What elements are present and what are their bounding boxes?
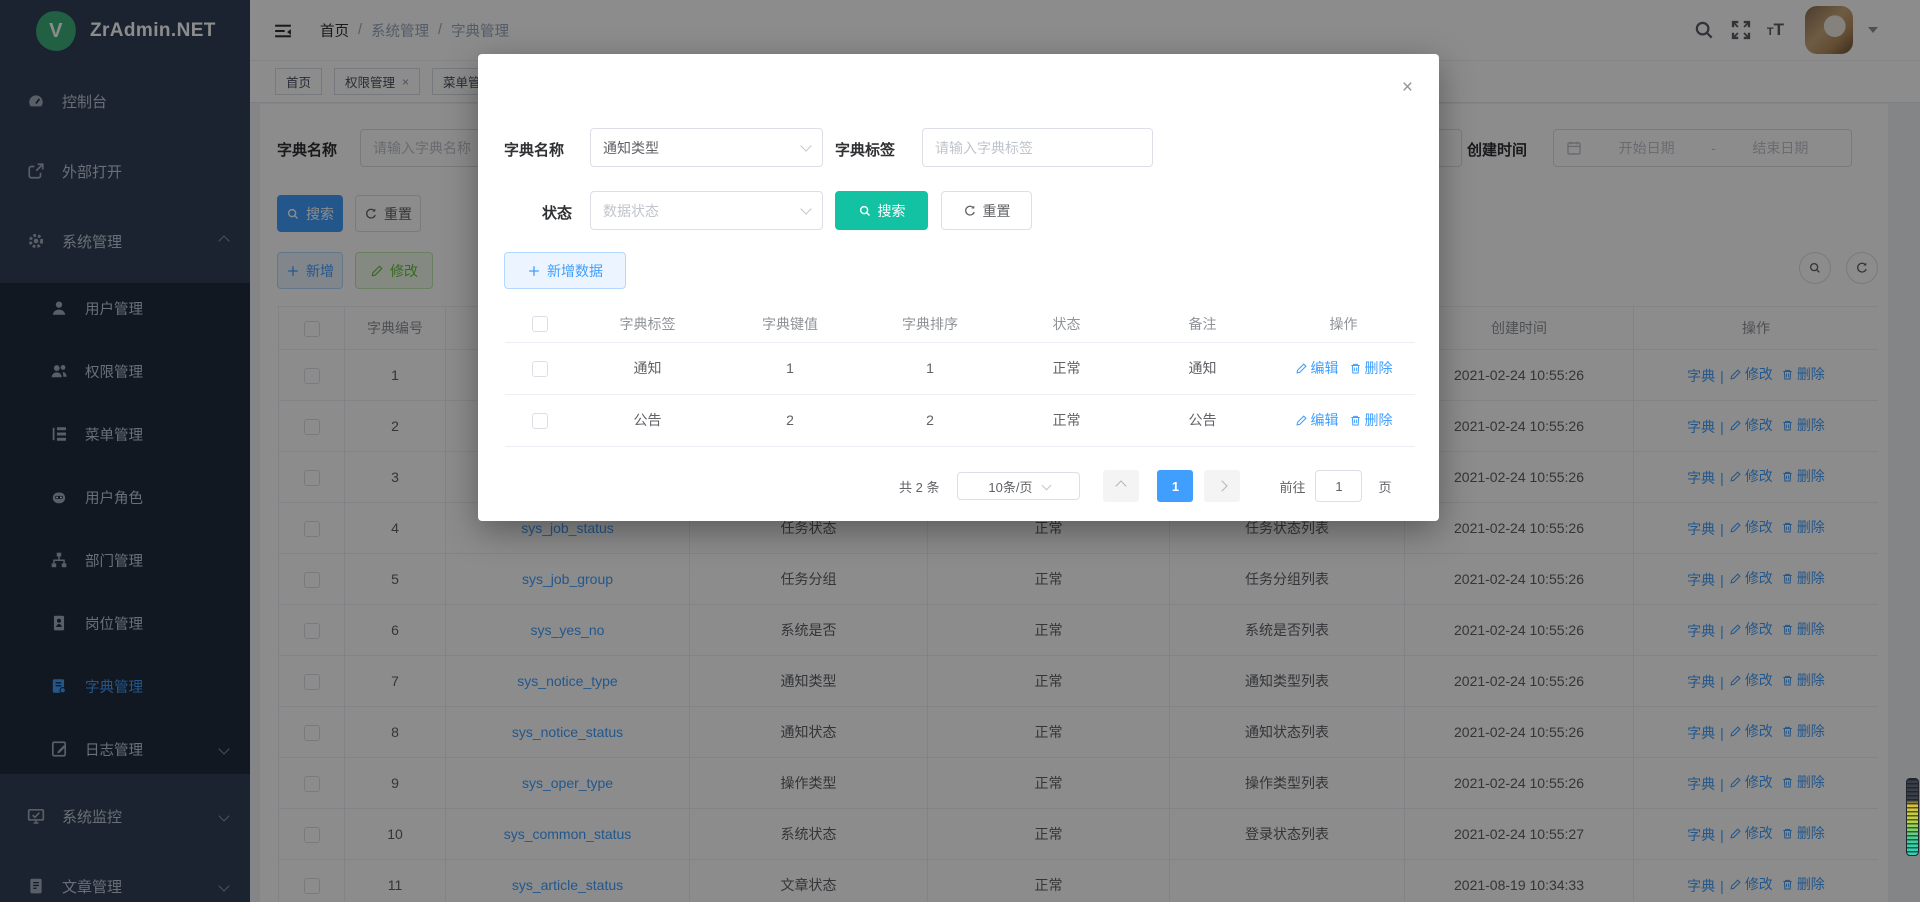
dict-data-dialog: × 字典名称 通知类型 字典标签 状态 数据状态 搜索 重置 新增数据 字典标签…	[478, 54, 1439, 521]
col-dict-sort: 字典排序	[860, 306, 1000, 342]
table-row: 通知 1 1 正常 通知 编辑删除	[505, 342, 1415, 394]
dialog-dict-label-label: 字典标签	[835, 139, 895, 160]
chevron-right-icon	[1217, 480, 1228, 491]
trash-icon	[1349, 362, 1362, 375]
pagination-total: 共 2 条	[899, 477, 939, 496]
dialog-reset-button[interactable]: 重置	[941, 191, 1032, 230]
delete-link[interactable]: 删除	[1349, 358, 1393, 378]
delete-link[interactable]: 删除	[1349, 410, 1393, 430]
search-icon	[858, 204, 872, 218]
cell-dict-value: 2	[720, 394, 860, 446]
chevron-left-icon	[1116, 480, 1127, 491]
dialog-dict-name-label: 字典名称	[504, 139, 564, 160]
cell-dict-value: 1	[720, 342, 860, 394]
table-header-row: 字典标签 字典键值 字典排序 状态 备注 操作	[505, 306, 1415, 342]
prev-page-button[interactable]	[1103, 470, 1139, 502]
cell-remark: 公告	[1133, 394, 1272, 446]
row-checkbox[interactable]	[532, 413, 548, 429]
page-unit-label: 页	[1378, 477, 1391, 496]
page-size-value: 10条/页	[988, 477, 1032, 496]
select-all-checkbox[interactable]	[532, 316, 548, 332]
col-dict-label: 字典标签	[575, 306, 720, 342]
chevron-down-icon	[800, 140, 811, 151]
page-size-select[interactable]: 10条/页	[957, 472, 1080, 500]
dialog-add-data-button[interactable]: 新增数据	[504, 252, 626, 289]
goto-label: 前往	[1279, 477, 1305, 496]
current-page-button[interactable]: 1	[1157, 470, 1193, 502]
edit-link[interactable]: 编辑	[1295, 410, 1339, 430]
cell-remark: 通知	[1133, 342, 1272, 394]
dialog-dict-name-select[interactable]: 通知类型	[590, 128, 823, 167]
dialog-status-label: 状态	[542, 202, 572, 223]
dialog-search-button[interactable]: 搜索	[835, 191, 928, 230]
cell-dict-sort: 1	[860, 342, 1000, 394]
chevron-down-icon	[1041, 480, 1051, 490]
edit-link[interactable]: 编辑	[1295, 358, 1339, 378]
dialog-dict-label-input[interactable]	[922, 128, 1153, 167]
dialog-pagination: 共 2 条 10条/页 1 前往 页	[899, 470, 1392, 502]
cell-status: 正常	[1000, 394, 1133, 446]
trash-icon	[1349, 414, 1362, 427]
pencil-icon	[1295, 362, 1308, 375]
goto-page-input[interactable]	[1315, 470, 1362, 502]
pencil-icon	[1295, 414, 1308, 427]
cell-actions: 编辑删除	[1272, 342, 1415, 394]
table-row: 公告 2 2 正常 公告 编辑删除	[505, 394, 1415, 446]
cell-dict-label: 公告	[575, 394, 720, 446]
col-dict-value: 字典键值	[720, 306, 860, 342]
plus-icon	[527, 264, 541, 278]
cell-actions: 编辑删除	[1272, 394, 1415, 446]
next-page-button[interactable]	[1204, 470, 1240, 502]
scroll-indicator[interactable]	[1906, 778, 1919, 856]
dialog-data-table: 字典标签 字典键值 字典排序 状态 备注 操作 通知 1 1 正常 通知 编辑删…	[505, 306, 1415, 447]
chevron-down-icon	[800, 203, 811, 214]
cell-status: 正常	[1000, 342, 1133, 394]
refresh-icon	[963, 204, 977, 218]
select-value: 通知类型	[603, 138, 802, 158]
col-remark: 备注	[1133, 306, 1272, 342]
select-placeholder: 数据状态	[603, 201, 802, 221]
dialog-status-select[interactable]: 数据状态	[590, 191, 823, 230]
col-actions: 操作	[1272, 306, 1415, 342]
cell-dict-label: 通知	[575, 342, 720, 394]
cell-dict-sort: 2	[860, 394, 1000, 446]
close-icon[interactable]: ×	[1402, 78, 1413, 97]
col-status: 状态	[1000, 306, 1133, 342]
row-checkbox[interactable]	[532, 361, 548, 377]
